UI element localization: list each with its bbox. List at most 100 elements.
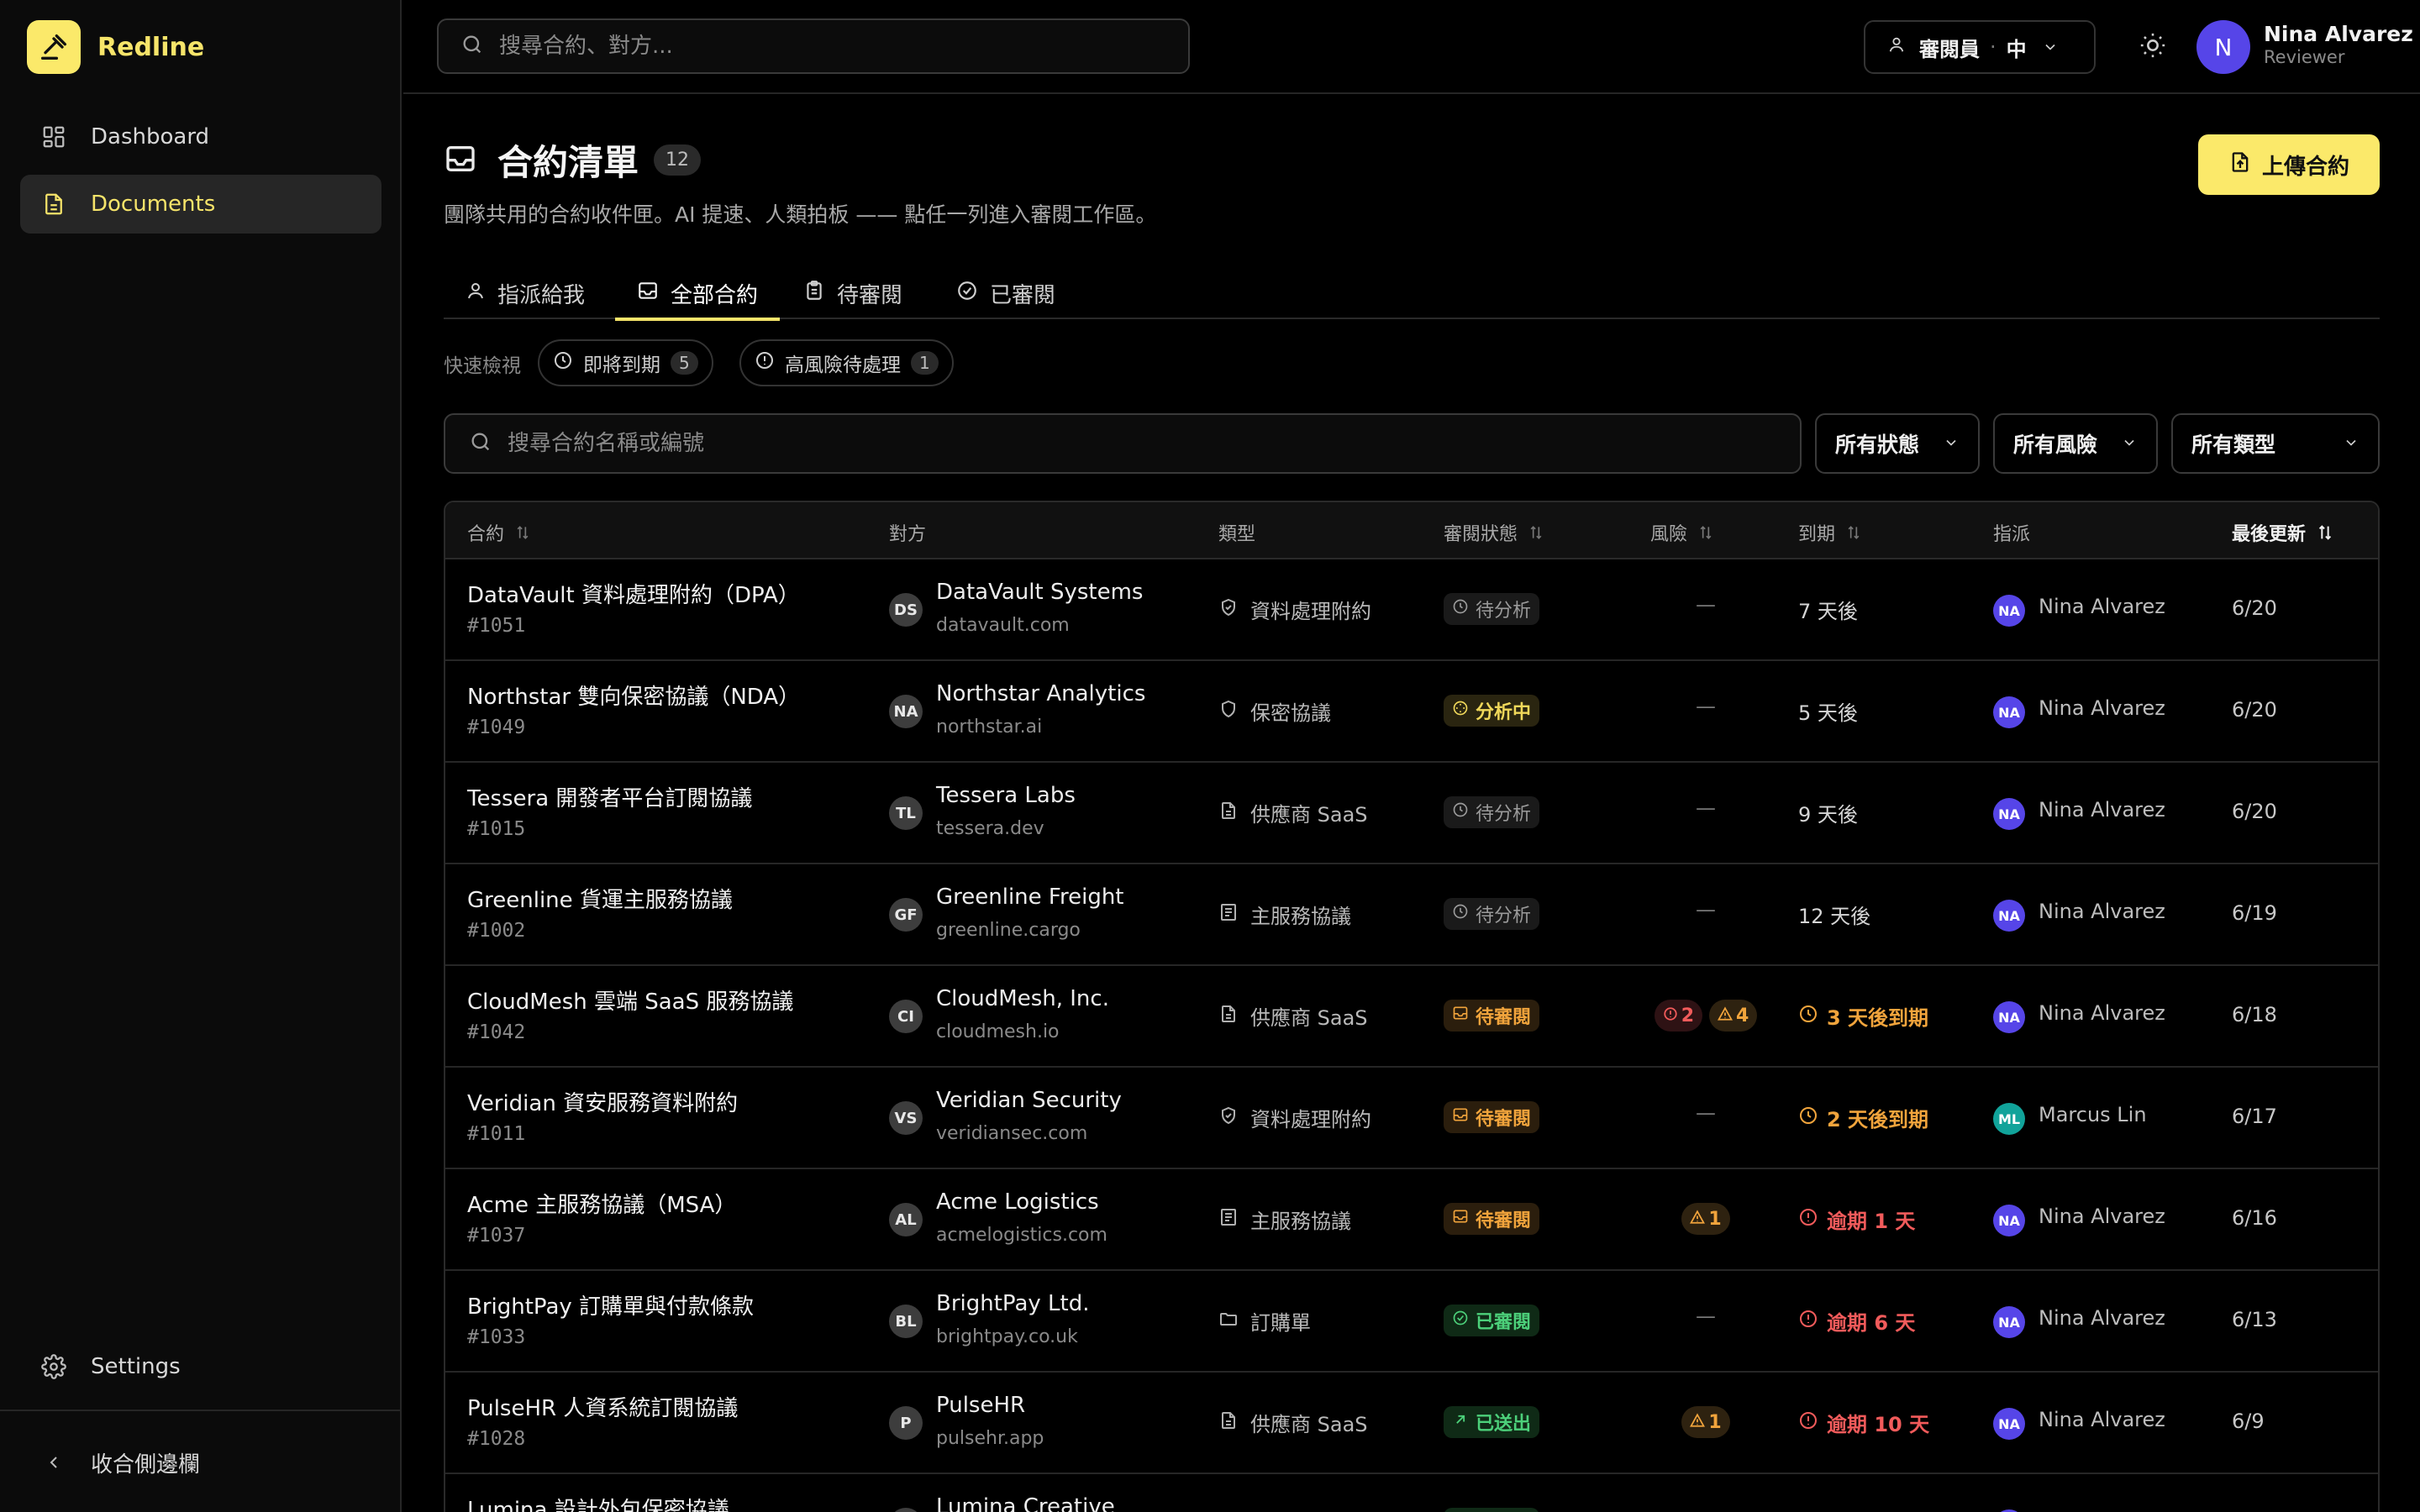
list-doc-icon (1218, 1207, 1239, 1232)
folder-icon (1218, 1309, 1239, 1334)
column-status[interactable]: 審閱狀態 (1444, 519, 1544, 546)
table-row[interactable]: Lumina 設計外包保密協議 LC Lumina Creative 保密協議 … (445, 1474, 2378, 1512)
column-due[interactable]: 到期 (1798, 519, 1862, 546)
search-icon (469, 430, 492, 457)
sun-icon (2139, 31, 2167, 63)
file-icon (1218, 1410, 1239, 1436)
tab-label: 全部合約 (671, 282, 759, 308)
type-label: 供應商 SaaS (1250, 1006, 1368, 1030)
column-party: 對方 (889, 519, 926, 546)
contract-name[interactable]: BrightPay 訂購單與付款條款 (467, 1289, 754, 1320)
risk-empty: — (1696, 695, 1716, 718)
due-label: 逾期 10 天 (1827, 1413, 1930, 1436)
status-icon (1452, 1310, 1469, 1331)
due-label: 12 天後 (1798, 905, 1871, 928)
table-search-input[interactable] (508, 431, 1096, 456)
table-row[interactable]: Veridian 資安服務資料附約 #1011 VS Veridian Secu… (445, 1068, 2378, 1169)
table-row[interactable]: BrightPay 訂購單與付款條款 #1033 BL BrightPay Lt… (445, 1271, 2378, 1373)
contract-type: 訂購單 (1218, 1306, 1311, 1336)
table-row[interactable]: Tessera 開發者平台訂閱協議 #1015 TL Tessera Labs … (445, 763, 2378, 864)
tab-assigned-to-me[interactable]: 指派給我 (444, 267, 607, 319)
due-label: 7 天後 (1798, 600, 1858, 623)
contract-type: 供應商 SaaS (1218, 1001, 1368, 1031)
role-language-select[interactable]: 審閱員 · 中 (1864, 20, 2096, 74)
status-label: 分析中 (1476, 702, 1532, 723)
column-risk[interactable]: 風險 (1650, 519, 1714, 546)
updated-date: 6/20 (2232, 596, 2277, 620)
risk-filter[interactable]: 所有風險 (1993, 413, 2158, 474)
contract-name[interactable]: CloudMesh 雲端 SaaS 服務協議 (467, 984, 793, 1016)
assignee-avatar: NA (1993, 798, 2025, 830)
user-icon (466, 281, 486, 307)
table-search[interactable] (444, 413, 1802, 474)
tab-label: 已審閱 (990, 282, 1056, 308)
table-row[interactable]: PulseHR 人資系統訂閱協議 #1028 P PulseHR pulsehr… (445, 1373, 2378, 1474)
contract-name[interactable]: Greenline 貨運主服務協議 (467, 883, 733, 914)
alert-circle-icon (755, 350, 775, 375)
quick-view-expiring[interactable]: 即將到期 5 (538, 339, 713, 386)
sort-active-icon (2316, 523, 2334, 542)
updated-date: 6/18 (2232, 1003, 2277, 1026)
tab-all-contracts[interactable]: 全部合約 (615, 267, 781, 321)
contract-name[interactable]: Lumina 設計外包保密協議 (467, 1493, 729, 1512)
sort-icon (1845, 524, 1862, 541)
contract-name[interactable]: Veridian 資安服務資料附約 (467, 1086, 738, 1117)
quick-views-label: 快速檢視 (444, 355, 521, 377)
due-cell: 逾期 10 天 (1798, 1408, 1929, 1437)
sidebar-item-documents[interactable]: Documents (20, 175, 381, 234)
column-contract[interactable]: 合約 (467, 519, 531, 546)
status-icon (1452, 1005, 1469, 1026)
contract-name[interactable]: Tessera 開發者平台訂閱協議 (467, 781, 752, 812)
status-filter[interactable]: 所有狀態 (1815, 413, 1980, 474)
global-search[interactable] (437, 18, 1190, 74)
table-row[interactable]: Northstar 雙向保密協議（NDA） #1049 NA Northstar… (445, 661, 2378, 763)
column-updated[interactable]: 最後更新 (2232, 519, 2334, 546)
user-icon (1887, 35, 1906, 59)
table-row[interactable]: Acme 主服務協議（MSA） #1037 AL Acme Logistics … (445, 1169, 2378, 1271)
tab-reviewed[interactable]: 已審閱 (934, 267, 1077, 319)
filter-label: 所有類型 (2191, 433, 2276, 457)
contract-name[interactable]: PulseHR 人資系統訂閱協議 (467, 1391, 738, 1422)
column-type: 類型 (1218, 519, 1255, 546)
assignee-name: Nina Alvarez (2039, 1001, 2165, 1025)
due-cell: 9 天後 (1798, 798, 1858, 827)
table-row[interactable]: Greenline 貨運主服務協議 #1002 GF Greenline Fre… (445, 864, 2378, 966)
due-label: 逾期 1 天 (1827, 1210, 1916, 1233)
contract-name[interactable]: Acme 主服務協議（MSA） (467, 1188, 736, 1219)
table-row[interactable]: CloudMesh 雲端 SaaS 服務協議 #1042 CI CloudMes… (445, 966, 2378, 1068)
due-cell: 5 天後 (1798, 696, 1858, 726)
upload-contract-button[interactable]: 上傳合約 (2198, 134, 2380, 195)
brand[interactable]: Redline (27, 20, 204, 74)
type-filter[interactable]: 所有類型 (2171, 413, 2380, 474)
theme-toggle-button[interactable] (2134, 29, 2171, 66)
sidebar-collapse: 收合側邊欄 (20, 1433, 381, 1500)
status-icon (1452, 801, 1469, 823)
collapse-sidebar-button[interactable]: 收合側邊欄 (20, 1433, 381, 1492)
table-row[interactable]: DataVault 資料處理附約（DPA） #1051 DS DataVault… (445, 559, 2378, 661)
sort-icon (1697, 524, 1714, 541)
tab-pending-review[interactable]: 待審閱 (781, 267, 924, 319)
party-domain: brightpay.co.uk (936, 1326, 1078, 1347)
list-doc-icon (1218, 902, 1239, 927)
contract-type: 資料處理附約 (1218, 1103, 1371, 1132)
due-label: 3 天後到期 (1827, 1006, 1929, 1030)
sidebar-item-dashboard[interactable]: Dashboard (20, 108, 381, 166)
contract-name[interactable]: DataVault 資料處理附約（DPA） (467, 578, 800, 609)
user-avatar[interactable]: N (2196, 20, 2250, 74)
global-search-input[interactable] (499, 34, 1087, 59)
sidebar: Redline Dashboard Documents Settings 收合側… (0, 0, 402, 1512)
sidebar-item-settings[interactable]: Settings (20, 1337, 381, 1396)
risk-cell: 1 (1630, 1406, 1781, 1438)
assignee-avatar: NA (1993, 1001, 2025, 1033)
assignee-avatar: NA (1993, 900, 2025, 932)
quick-view-high-risk[interactable]: 高風險待處理 1 (739, 339, 954, 386)
contract-name[interactable]: Northstar 雙向保密協議（NDA） (467, 680, 800, 711)
user-name: Nina Alvarez (2264, 22, 2413, 46)
party-avatar: LC (889, 1508, 923, 1512)
due-cell: 3 天後到期 (1798, 1001, 1928, 1031)
assignee-name: Nina Alvarez (2039, 1306, 2165, 1330)
clock-icon (1798, 1004, 1818, 1029)
party-name: CloudMesh, Inc. (936, 986, 1109, 1011)
risk-empty: — (1696, 796, 1716, 820)
contract-id: #1028 (467, 1428, 526, 1450)
